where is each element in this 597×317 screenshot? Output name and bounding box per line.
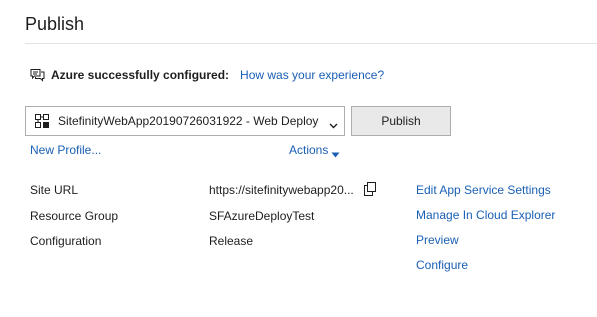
configuration-value: Release — [209, 234, 254, 248]
site-url-label: Site URL — [30, 183, 79, 197]
actions-menu[interactable]: Actions — [289, 143, 340, 158]
publish-profile-dropdown[interactable]: SitefinityWebApp20190726031922 - Web Dep… — [25, 106, 345, 136]
publish-button[interactable]: Publish — [351, 106, 451, 136]
title-divider — [25, 43, 597, 44]
edit-app-service-settings-link[interactable]: Edit App Service Settings — [416, 183, 551, 197]
copy-icon[interactable] — [364, 182, 376, 196]
new-profile-link[interactable]: New Profile... — [30, 143, 101, 157]
resource-group-label: Resource Group — [30, 209, 119, 223]
web-deploy-icon — [35, 114, 49, 128]
configure-link[interactable]: Configure — [416, 258, 468, 272]
feedback-link[interactable]: How was your experience? — [240, 68, 384, 82]
status-text: Azure successfully configured: — [51, 68, 230, 82]
manage-in-cloud-explorer-link[interactable]: Manage In Cloud Explorer — [416, 208, 555, 222]
feedback-icon — [30, 68, 45, 82]
site-url-link[interactable]: https://sitefinitywebapp20... — [209, 183, 354, 197]
caret-down-icon — [331, 147, 340, 158]
chevron-down-icon — [329, 118, 338, 129]
preview-link[interactable]: Preview — [416, 233, 459, 247]
actions-label: Actions — [289, 143, 329, 157]
profile-selected-value: SitefinityWebApp20190726031922 - Web Dep… — [58, 114, 319, 128]
configuration-label: Configuration — [30, 234, 102, 248]
status-message-row: Azure successfully configured: How was y… — [30, 67, 384, 83]
page-title: Publish — [25, 14, 85, 34]
resource-group-value: SFAzureDeployTest — [209, 209, 315, 223]
